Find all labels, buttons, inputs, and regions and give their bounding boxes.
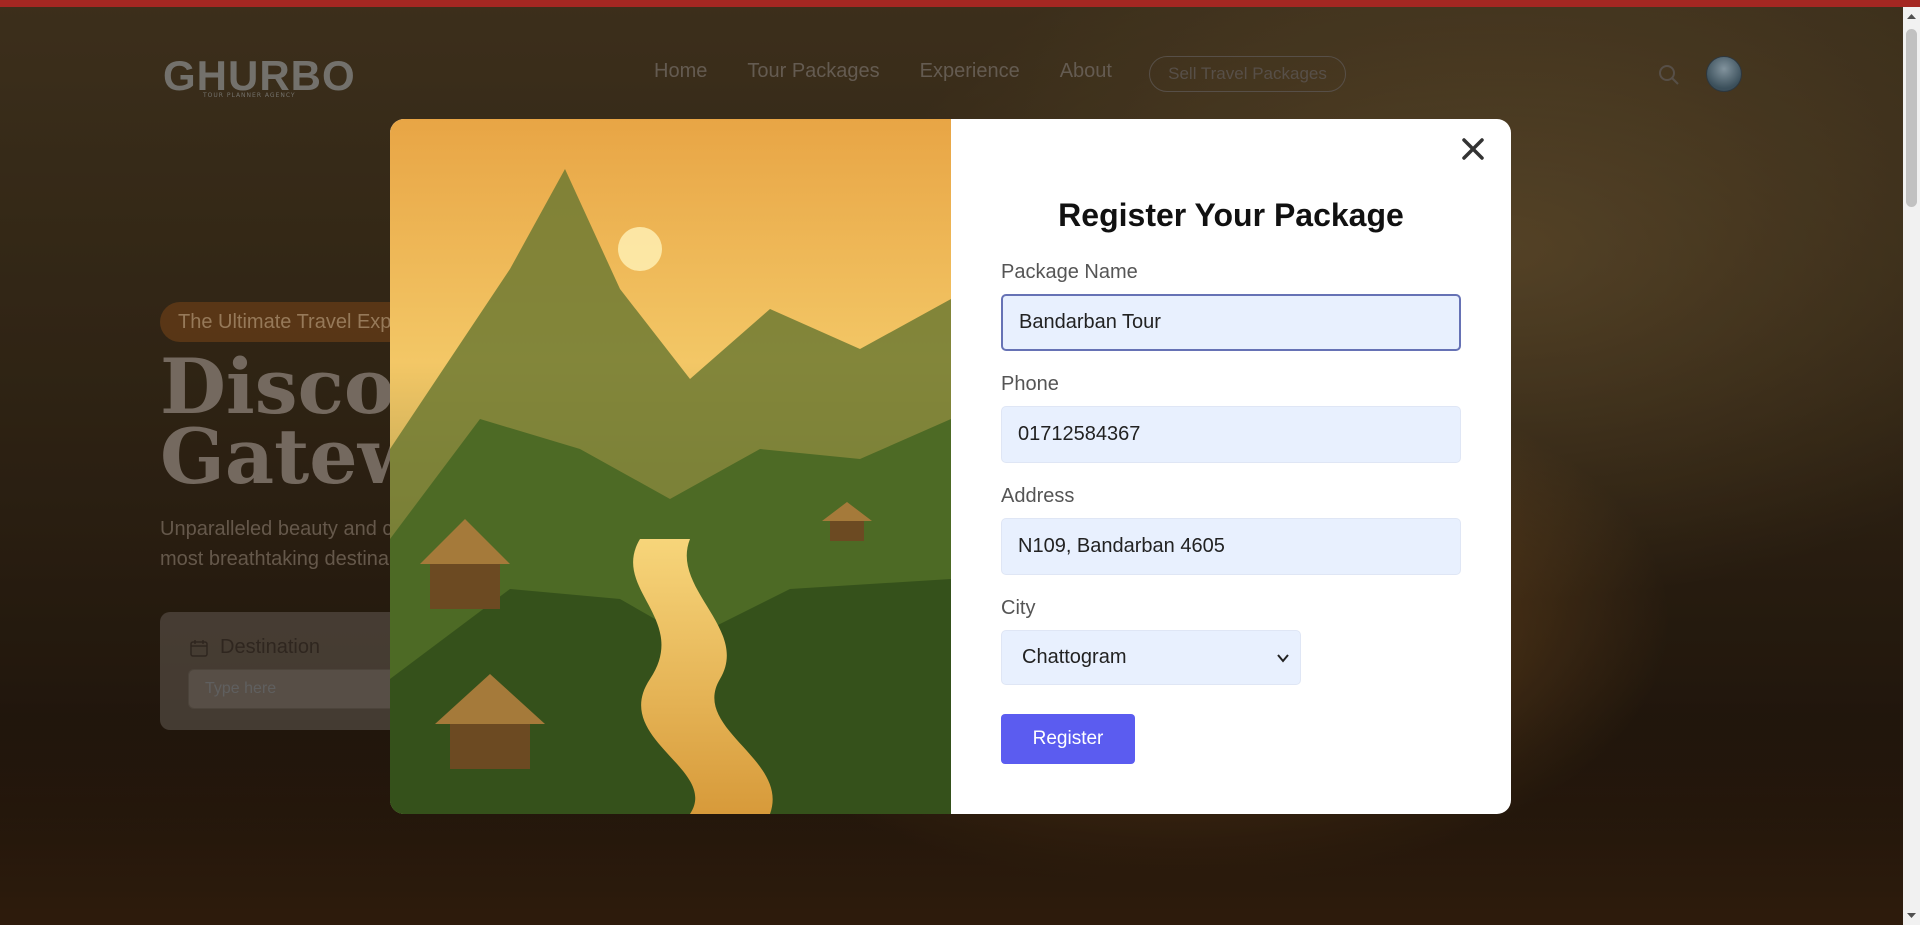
city-select[interactable]: Chattogram [1001, 630, 1301, 685]
address-input[interactable] [1001, 518, 1461, 575]
chevron-down-icon [1277, 654, 1289, 663]
valley-river-image [390, 119, 951, 814]
register-button[interactable]: Register [1001, 714, 1135, 764]
register-package-modal: Register Your Package Package Name Phone… [390, 119, 1511, 814]
scrollbar-thumb[interactable] [1906, 29, 1917, 207]
phone-input[interactable] [1001, 406, 1461, 463]
close-icon[interactable] [1459, 135, 1487, 163]
city-label: City [1001, 597, 1036, 619]
page-scrollbar[interactable] [1903, 7, 1920, 925]
scroll-down-arrow-icon[interactable] [1906, 910, 1917, 921]
scroll-up-arrow-icon[interactable] [1906, 11, 1917, 22]
address-label: Address [1001, 485, 1075, 507]
package-name-input[interactable] [1001, 294, 1461, 351]
register-form: Register Your Package Package Name Phone… [951, 119, 1511, 814]
modal-title: Register Your Package [1058, 197, 1404, 233]
phone-label: Phone [1001, 373, 1059, 395]
package-name-label: Package Name [1001, 261, 1138, 283]
city-selected-value: Chattogram [1022, 646, 1127, 668]
